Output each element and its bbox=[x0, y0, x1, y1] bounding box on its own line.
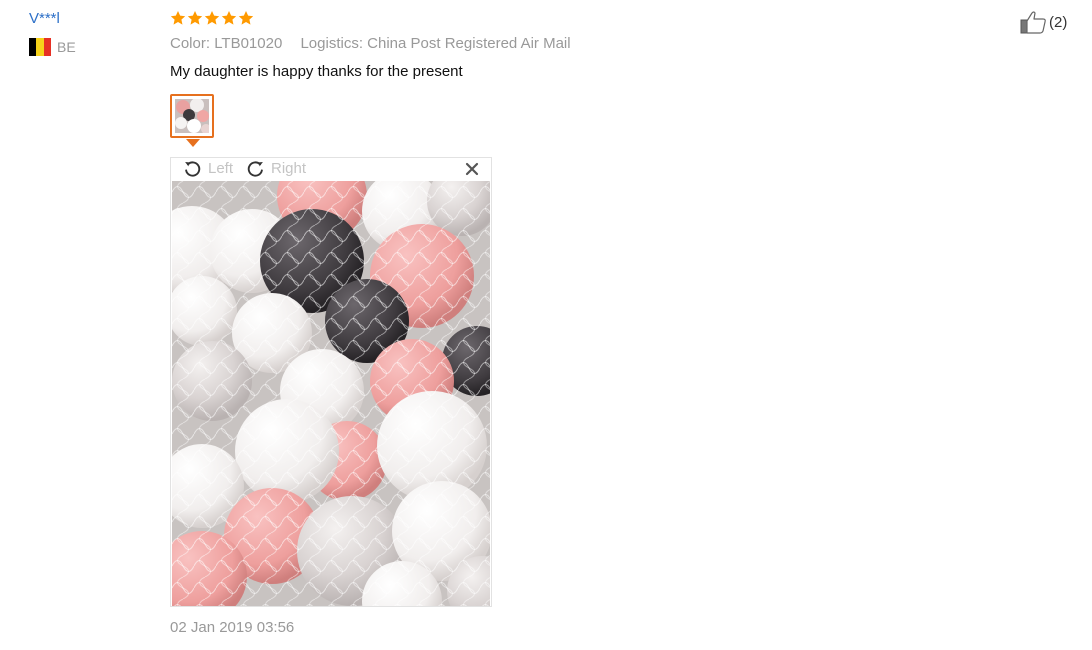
color-label: Color: bbox=[170, 35, 211, 52]
rotate-right-label: Right bbox=[271, 160, 307, 177]
rotate-left-icon bbox=[185, 161, 201, 177]
thumbnail-pointer-arrow bbox=[186, 139, 200, 147]
belgium-flag-icon bbox=[29, 38, 51, 56]
logistics-label: Logistics: bbox=[300, 35, 363, 52]
star-icon bbox=[238, 11, 254, 25]
star-icon bbox=[204, 11, 220, 25]
reviewer-name-link[interactable]: V***l bbox=[29, 10, 60, 27]
rotate-right-button[interactable]: Right bbox=[246, 159, 306, 178]
logistics-value: China Post Registered Air Mail bbox=[367, 35, 571, 52]
close-icon[interactable] bbox=[465, 162, 479, 176]
star-icon bbox=[170, 11, 186, 25]
star-icon bbox=[187, 11, 203, 25]
star-icon bbox=[221, 11, 237, 25]
review-photo-image bbox=[172, 181, 490, 606]
review-photo bbox=[172, 181, 490, 606]
photo-thumbnail-image bbox=[175, 98, 211, 134]
review-date: 02 Jan 2019 03:56 bbox=[170, 619, 295, 636]
rotate-left-label: Left bbox=[208, 160, 234, 177]
helpful-count: (2) bbox=[1049, 13, 1068, 31]
helpful-button[interactable]: (2) bbox=[1020, 10, 1067, 34]
review-text: My daughter is happy thanks for the pres… bbox=[170, 63, 463, 80]
order-info: Color: LTB01020 Logistics: China Post Re… bbox=[170, 35, 571, 52]
country-code: BE bbox=[57, 39, 76, 55]
photo-thumbnail[interactable] bbox=[170, 94, 214, 138]
photo-viewer: Left Right bbox=[170, 157, 492, 607]
thumbs-up-icon bbox=[1020, 11, 1046, 34]
photo-viewer-toolbar: Left Right bbox=[171, 158, 491, 181]
review-item: V***l BE Color: LTB01020 Logistics: Chin… bbox=[0, 0, 1092, 650]
rotate-left-button[interactable]: Left bbox=[183, 159, 233, 178]
color-value: LTB01020 bbox=[214, 35, 283, 52]
rotate-right-icon bbox=[247, 161, 263, 177]
reviewer-country: BE bbox=[29, 38, 76, 56]
star-rating bbox=[170, 10, 254, 26]
